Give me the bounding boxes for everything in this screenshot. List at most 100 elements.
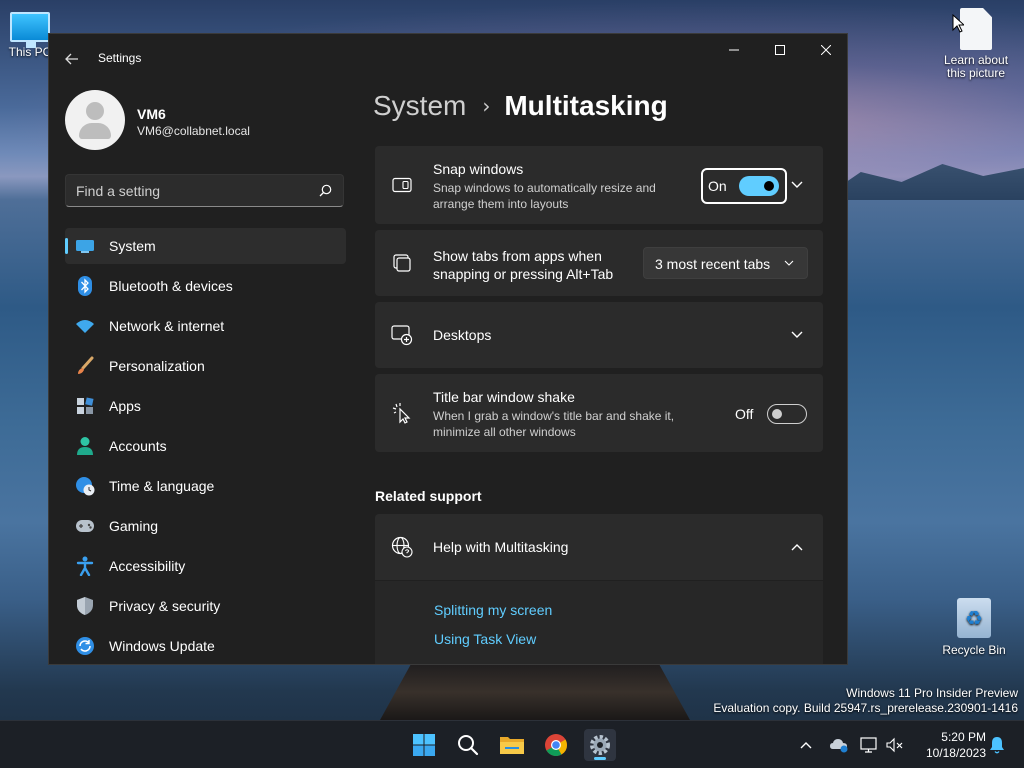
description-line: arrange them into layouts: [433, 197, 569, 211]
sidebar-item-label: Gaming: [109, 518, 159, 534]
sidebar-item-label: Bluetooth & devices: [109, 278, 233, 294]
minimize-icon: [729, 49, 739, 51]
sidebar-item-gaming[interactable]: Gaming: [65, 508, 346, 544]
sidebar-item-system[interactable]: System: [65, 228, 346, 264]
volume-tray[interactable]: [884, 734, 906, 756]
shield-icon: [75, 596, 95, 616]
description-line: When I grab a window's title bar and sha…: [433, 409, 675, 423]
setting-title: Title bar window shake: [433, 389, 575, 405]
window-title: Settings: [98, 51, 142, 65]
toggle-state-label: On: [708, 178, 727, 194]
sidebar-item-network[interactable]: Network & internet: [65, 308, 346, 344]
bluetooth-icon: [75, 276, 95, 296]
title-bar[interactable]: Settings: [49, 34, 847, 82]
taskbar-settings[interactable]: [584, 729, 616, 761]
bell-icon: [990, 737, 1004, 754]
sidebar-item-label: Time & language: [109, 478, 215, 494]
minimize-button[interactable]: [711, 34, 757, 66]
setting-title: Show tabs from apps when snapping or pre…: [433, 247, 613, 283]
chrome-icon: [545, 734, 567, 756]
chevron-up-icon[interactable]: [789, 539, 805, 555]
cloud-icon: [830, 739, 848, 753]
alt-tab-tabs-dropdown[interactable]: 3 most recent tabs: [643, 247, 808, 279]
taskbar-clock[interactable]: 5:20 PM 10/18/2023: [908, 729, 986, 761]
help-title: Help with Multitasking: [433, 539, 569, 555]
evaluation-watermark: Windows 11 Pro Insider Preview Evaluatio…: [713, 686, 1018, 716]
gamepad-icon: [75, 516, 95, 536]
recycle-bin-icon: ♻: [957, 598, 991, 638]
search-input[interactable]: [66, 175, 306, 206]
profile-name: VM6: [137, 106, 166, 122]
desktop-icon-learn-about-picture[interactable]: Learn about this picture: [936, 6, 1016, 80]
mouse-cursor-icon: [952, 14, 964, 33]
desktops-setting[interactable]: Desktops: [375, 302, 823, 368]
chevron-down-icon[interactable]: [789, 327, 805, 343]
sidebar-item-bluetooth[interactable]: Bluetooth & devices: [65, 268, 346, 304]
update-icon: [75, 636, 95, 656]
start-icon: [413, 734, 435, 756]
snap-windows-toggle[interactable]: [739, 176, 779, 196]
close-button[interactable]: [803, 34, 847, 66]
help-links-panel: [375, 581, 823, 664]
sidebar-item-accessibility[interactable]: Accessibility: [65, 548, 346, 584]
help-with-multitasking-header[interactable]: Help with Multitasking: [375, 514, 823, 580]
notifications-button[interactable]: [986, 734, 1008, 756]
maximize-button[interactable]: [757, 34, 803, 66]
chevron-down-icon[interactable]: [789, 177, 805, 193]
link-splitting-my-screen[interactable]: Splitting my screen: [434, 602, 552, 618]
sidebar-nav: System Bluetooth & devices Network & int…: [65, 228, 346, 664]
snap-layout-icon: [391, 174, 413, 196]
title-bar-shake-setting: Title bar window shake When I grab a win…: [375, 374, 823, 452]
sidebar-item-label: Network & internet: [109, 318, 225, 334]
link-using-task-view[interactable]: Using Task View: [434, 631, 536, 647]
taskbar-file-explorer[interactable]: [496, 729, 528, 761]
sidebar-item-apps[interactable]: Apps: [65, 388, 346, 424]
sidebar-item-label: Privacy & security: [109, 598, 221, 614]
setting-description: Snap windows to automatically resize and…: [433, 180, 656, 212]
desktop-icon-label: Learn about this picture: [943, 53, 1009, 80]
sidebar-item-label: Accounts: [109, 438, 167, 454]
close-icon: [821, 45, 831, 55]
accessibility-icon: [75, 556, 95, 576]
search-icon: [458, 735, 479, 756]
sidebar-item-time-language[interactable]: Time & language: [65, 468, 346, 504]
taskbar-chrome[interactable]: [540, 729, 572, 761]
start-button[interactable]: [408, 729, 440, 761]
network-tray[interactable]: [858, 734, 880, 756]
breadcrumb-parent[interactable]: System: [373, 90, 466, 122]
page-title: Multitasking: [504, 90, 668, 121]
setting-title: Snap windows: [433, 161, 524, 177]
globe-clock-icon: [75, 476, 95, 496]
description-line: Snap windows to automatically resize and: [433, 181, 656, 195]
onedrive-tray[interactable]: [828, 734, 850, 756]
taskbar: 5:20 PM 10/18/2023: [0, 720, 1024, 768]
taskbar-search-button[interactable]: [452, 729, 484, 761]
find-setting-search[interactable]: [65, 174, 344, 207]
search-icon[interactable]: [319, 184, 332, 197]
sidebar-item-label: Accessibility: [109, 558, 186, 574]
desktop-icon-recycle-bin[interactable]: ♻ Recycle Bin: [934, 598, 1014, 657]
title-bar-shake-toggle[interactable]: [767, 404, 807, 424]
sidebar-item-accounts[interactable]: Accounts: [65, 428, 346, 464]
sidebar-item-windows-update[interactable]: Windows Update: [65, 628, 346, 664]
wifi-icon: [75, 316, 95, 336]
setting-description: When I grab a window's title bar and sha…: [433, 408, 674, 440]
settings-icon: [590, 735, 610, 755]
back-button[interactable]: [59, 46, 85, 72]
maximize-icon: [775, 45, 785, 55]
cursor-shake-icon: [391, 402, 413, 424]
title-line: snapping or pressing Alt+Tab: [433, 266, 614, 282]
watermark-line: Windows 11 Pro Insider Preview: [846, 686, 1018, 700]
wallpaper-pier: [380, 664, 690, 720]
sidebar-item-personalization[interactable]: Personalization: [65, 348, 346, 384]
sidebar-item-privacy-security[interactable]: Privacy & security: [65, 588, 346, 624]
related-support-heading: Related support: [375, 488, 482, 504]
settings-window: Settings VM6 VM6@collabnet.local Find a …: [48, 33, 848, 665]
document-icon: [960, 8, 992, 50]
add-desktop-icon: [391, 324, 413, 346]
this-pc-icon: [10, 12, 50, 48]
show-hidden-icons-button[interactable]: [795, 734, 817, 756]
apps-icon: [75, 396, 95, 416]
clock-date: 10/18/2023: [925, 746, 986, 760]
sidebar-item-label: Windows Update: [109, 638, 215, 654]
